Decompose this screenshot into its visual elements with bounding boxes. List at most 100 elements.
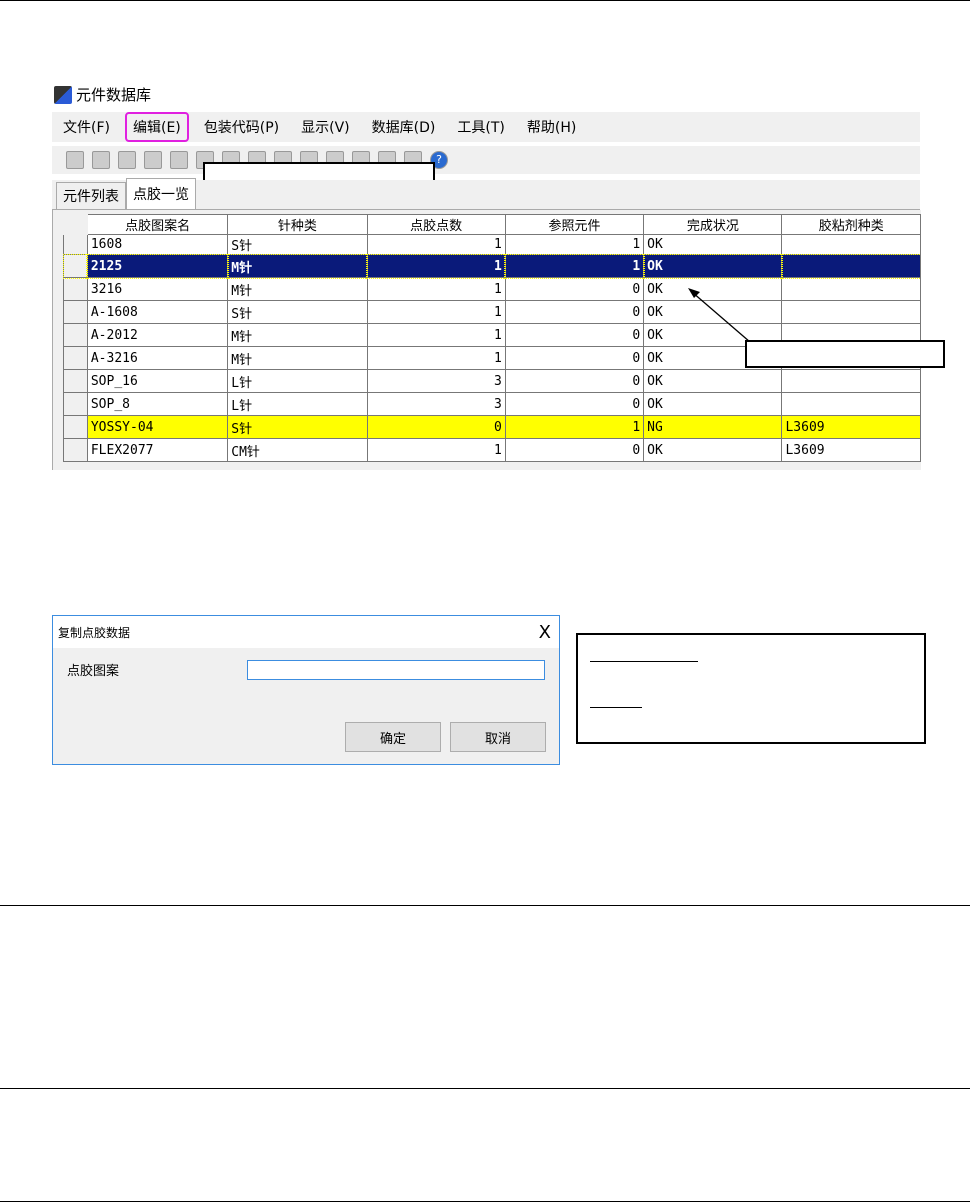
print-icon[interactable]: [92, 151, 110, 169]
table-cell[interactable]: NG: [643, 415, 783, 439]
table-cell[interactable]: M针: [227, 323, 368, 347]
table-cell[interactable]: 1608: [86, 234, 229, 255]
table-cell[interactable]: OK: [643, 438, 783, 462]
row-header[interactable]: [63, 392, 88, 416]
table-cell[interactable]: A-1608: [86, 300, 229, 324]
table-row[interactable]: SOP_8 L针 3 0 OK: [63, 392, 921, 416]
callout-box: [745, 340, 945, 368]
table-row[interactable]: A-1608 S针 1 0 OK: [63, 300, 921, 324]
table-cell[interactable]: 1: [504, 253, 645, 279]
menu-database[interactable]: 数据库(D): [361, 117, 447, 137]
table-row[interactable]: 2125 M针 1 1 OK: [62, 253, 921, 279]
table-cell[interactable]: S针: [227, 234, 368, 255]
menu-edit[interactable]: 编辑(E): [124, 112, 189, 142]
table-cell[interactable]: 1: [365, 253, 507, 279]
table-cell[interactable]: 1: [504, 415, 645, 439]
tab-dispense-list[interactable]: 点胶一览: [126, 178, 196, 209]
table-cell[interactable]: OK: [642, 253, 783, 279]
table-cell[interactable]: 1: [366, 234, 506, 255]
table-cell[interactable]: 0: [504, 438, 645, 462]
table-cell[interactable]: A-2012: [86, 323, 229, 347]
table-cell[interactable]: 1: [366, 300, 506, 324]
menu-file[interactable]: 文件(F): [52, 117, 121, 137]
undo-icon[interactable]: [118, 151, 136, 169]
table-cell[interactable]: S针: [227, 300, 368, 324]
table-cell[interactable]: YOSSY-04: [86, 415, 229, 439]
table-cell[interactable]: L3609: [781, 438, 921, 462]
table-cell[interactable]: S针: [227, 415, 368, 439]
table-cell[interactable]: 0: [504, 392, 645, 416]
table-cell[interactable]: [780, 253, 921, 279]
table-cell[interactable]: 0: [504, 300, 645, 324]
table-cell[interactable]: [781, 369, 921, 393]
table-cell[interactable]: [781, 300, 921, 324]
table-cell[interactable]: A-3216: [86, 346, 229, 370]
column-header[interactable]: 针种类: [227, 214, 368, 235]
menu-tools[interactable]: 工具(T): [446, 117, 515, 137]
table-cell[interactable]: 2125: [86, 253, 229, 279]
table-cell[interactable]: M针: [227, 277, 368, 301]
row-header[interactable]: [63, 346, 88, 370]
table-cell[interactable]: OK: [643, 234, 783, 255]
column-header[interactable]: 点胶图案名: [86, 214, 229, 235]
menu-package-code[interactable]: 包装代码(P): [193, 117, 290, 137]
cancel-button[interactable]: 取消: [450, 722, 546, 752]
table-cell[interactable]: FLEX2077: [86, 438, 229, 462]
table-cell[interactable]: 0: [504, 323, 645, 347]
row-header[interactable]: [62, 253, 89, 279]
table-row[interactable]: SOP_16 L针 3 0 OK: [63, 369, 921, 393]
table-cell[interactable]: [781, 392, 921, 416]
table-cell[interactable]: OK: [643, 369, 783, 393]
table-cell[interactable]: 1: [504, 234, 645, 255]
table-cell[interactable]: 0: [504, 346, 645, 370]
table-cell[interactable]: 1: [366, 277, 506, 301]
dialog-title: 复制点胶数据: [58, 625, 131, 640]
table-cell[interactable]: M针: [227, 346, 368, 370]
table-cell[interactable]: 3: [366, 392, 506, 416]
table-row[interactable]: YOSSY-04 S针 0 1 NG L3609: [63, 415, 921, 439]
table-cell[interactable]: L针: [227, 369, 368, 393]
menu-view[interactable]: 显示(V): [290, 117, 361, 137]
table-cell[interactable]: 0: [504, 369, 645, 393]
close-icon[interactable]: X: [539, 622, 551, 643]
table-cell[interactable]: L针: [227, 392, 368, 416]
row-header[interactable]: [63, 415, 88, 439]
table-cell[interactable]: 0: [366, 415, 506, 439]
column-header[interactable]: 参照元件: [504, 214, 645, 235]
table-cell[interactable]: [781, 277, 921, 301]
table-cell[interactable]: L3609: [781, 415, 921, 439]
pattern-input[interactable]: [247, 660, 545, 680]
column-header[interactable]: 点胶点数: [366, 214, 506, 235]
menu-help[interactable]: 帮助(H): [516, 117, 587, 137]
table-cell[interactable]: 1: [366, 346, 506, 370]
new-icon[interactable]: [66, 151, 84, 169]
row-header[interactable]: [63, 234, 88, 255]
table-cell[interactable]: CM针: [227, 438, 368, 462]
tab-component-list[interactable]: 元件列表: [56, 182, 126, 209]
column-header[interactable]: 胶粘剂种类: [781, 214, 921, 235]
table-cell[interactable]: [781, 234, 921, 255]
add-icon[interactable]: [144, 151, 162, 169]
table-row[interactable]: 3216 M针 1 0 OK: [63, 277, 921, 301]
table-row[interactable]: 1608 S针 1 1 OK: [63, 234, 921, 255]
row-header[interactable]: [63, 323, 88, 347]
column-header[interactable]: 完成状况: [643, 214, 783, 235]
table-cell[interactable]: 1: [366, 438, 506, 462]
row-header[interactable]: [63, 438, 88, 462]
table-row[interactable]: FLEX2077 CM针 1 0 OK L3609: [63, 438, 921, 462]
table-cell[interactable]: SOP_16: [86, 369, 229, 393]
table-cell[interactable]: 1: [366, 323, 506, 347]
row-header[interactable]: [63, 300, 88, 324]
table-cell[interactable]: M针: [226, 253, 369, 279]
table-cell[interactable]: SOP_8: [86, 392, 229, 416]
row-header[interactable]: [63, 369, 88, 393]
table-cell[interactable]: OK: [643, 392, 783, 416]
copy-icon[interactable]: [170, 151, 188, 169]
row-header[interactable]: [63, 277, 88, 301]
table-cell[interactable]: 3: [366, 369, 506, 393]
dialog-titlebar: 复制点胶数据 X: [53, 616, 559, 648]
table-cell[interactable]: 0: [504, 277, 645, 301]
table-cell[interactable]: 3216: [86, 277, 229, 301]
ok-button[interactable]: 确定: [345, 722, 441, 752]
tab-bar: 元件列表 点胶一览: [52, 178, 920, 210]
